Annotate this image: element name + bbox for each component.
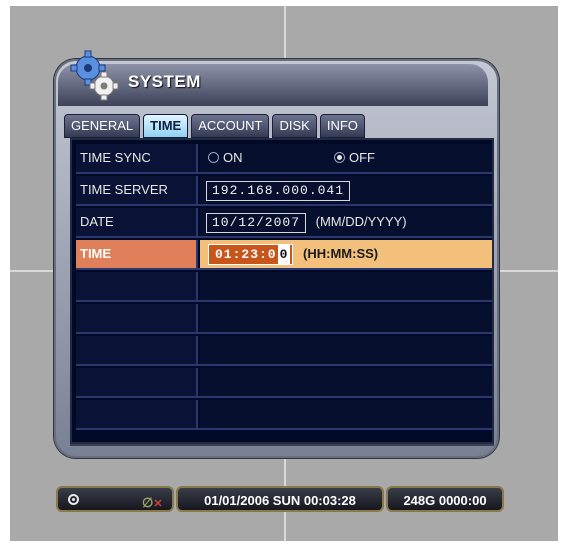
empty-row [76,272,492,302]
tab-general[interactable]: GENERAL [64,114,141,138]
dialog-title: SYSTEM [128,72,201,91]
status-disk: 248G 0000:00 [386,486,504,512]
empty-row-label [76,272,198,300]
time-sync-value: ON OFF [200,144,492,172]
empty-row-label [76,336,198,364]
empty-row-value [200,400,492,428]
time-server-input[interactable]: 192.168.000.041 [206,180,351,201]
settings-table: TIME SYNC ON OFF TIME SERVER 192.168.000… [70,138,494,444]
time-format-hint: (HH:MM:SS) [303,246,379,261]
time-sync-off-label: OFF [349,150,375,165]
empty-row-value [200,368,492,396]
status-datetime: 01/01/2006 SUN 00:03:28 [176,486,384,512]
date-label: DATE [76,208,198,236]
row-time-sync: TIME SYNC ON OFF [76,144,492,174]
record-icon [68,494,79,505]
row-date: DATE 10/12/2007 (MM/DD/YYYY) [76,208,492,238]
empty-row-value [200,304,492,332]
date-format-hint: (MM/DD/YYYY) [315,214,407,229]
time-input-cursor: 0 [277,245,291,265]
empty-row-label [76,400,198,428]
tab-info[interactable]: INFO [319,114,365,138]
tab-bar: GENERAL TIME ACCOUNT DISK INFO [64,114,365,138]
empty-row [76,336,492,366]
time-server-value: 192.168.000.041 [200,176,492,204]
time-sync-on-radio[interactable]: ON [208,144,243,172]
time-input[interactable]: 01:23:0 0 [208,244,294,266]
empty-row-value [200,272,492,300]
empty-row-label [76,304,198,332]
date-value: 10/12/2007 (MM/DD/YYYY) [200,208,492,236]
empty-row [76,304,492,334]
radio-checked-icon [334,152,345,164]
radio-unchecked-icon [208,152,219,164]
time-value: 01:23:0 0 (HH:MM:SS) [200,240,492,268]
time-sync-off-radio[interactable]: OFF [334,144,375,172]
gears-icon [70,50,119,101]
time-sync-on-label: ON [223,150,243,165]
tab-disk[interactable]: DISK [272,114,317,138]
date-input[interactable]: 10/12/2007 [206,212,307,233]
row-time-server: TIME SERVER 192.168.000.041 [76,176,492,206]
time-server-label: TIME SERVER [76,176,198,204]
empty-row [76,400,492,430]
audio-mute-icon: ∅✕ [142,495,163,510]
status-icons-panel: ∅✕ [56,486,174,512]
time-input-text: 01:23:0 [215,247,277,263]
time-label: TIME [76,240,198,268]
empty-row-label [76,368,198,396]
empty-row-value [200,336,492,364]
row-time: TIME 01:23:0 0 (HH:MM:SS) [76,240,492,270]
tab-account[interactable]: ACCOUNT [191,114,270,138]
empty-row [76,368,492,398]
tab-time[interactable]: TIME [143,114,189,138]
time-sync-label: TIME SYNC [76,144,198,172]
